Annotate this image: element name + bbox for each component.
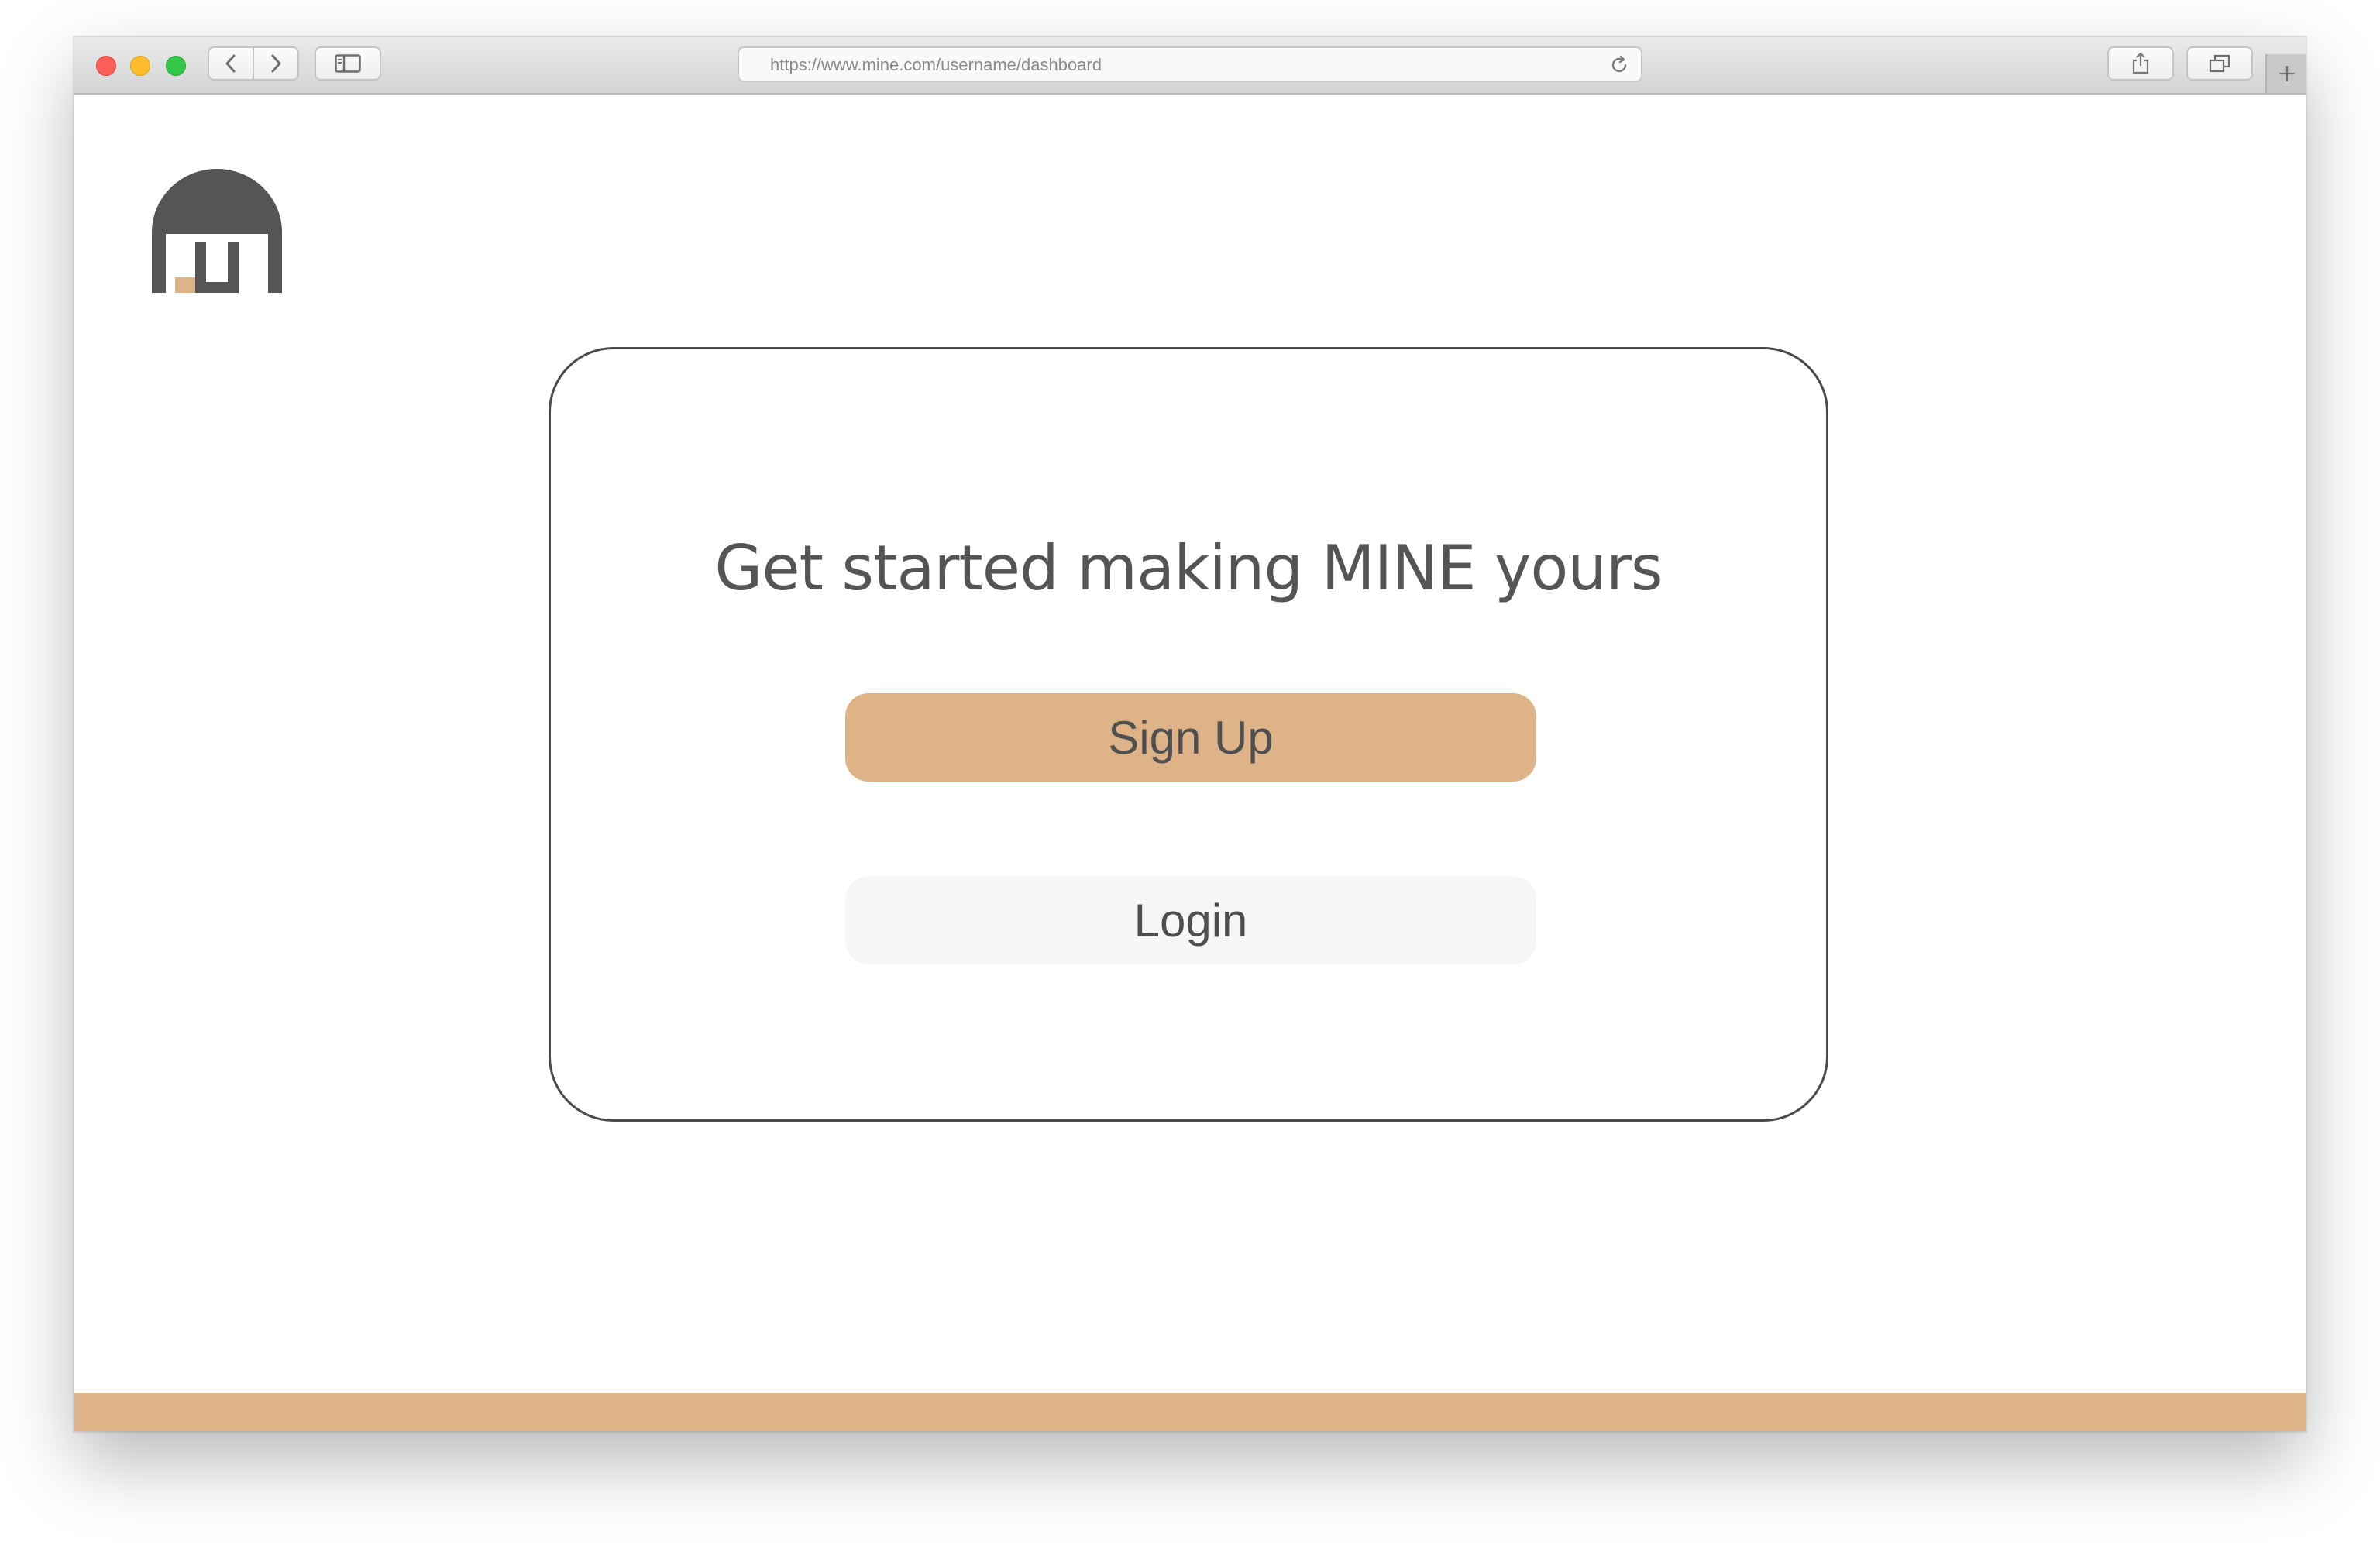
reload-icon[interactable] xyxy=(1608,54,1630,76)
browser-window: https://www.mine.com/username/dashboard xyxy=(74,37,2306,1431)
forward-button[interactable] xyxy=(253,46,299,81)
login-button[interactable]: Login xyxy=(845,876,1536,964)
new-tab-button[interactable] xyxy=(2265,54,2306,93)
footer-accent-bar xyxy=(74,1393,2306,1431)
chevron-left-icon xyxy=(225,54,236,73)
show-tabs-button[interactable] xyxy=(2186,46,2253,81)
back-button[interactable] xyxy=(208,46,254,81)
address-bar[interactable]: https://www.mine.com/username/dashboard xyxy=(738,46,1642,82)
chevron-right-icon xyxy=(271,54,281,73)
mine-logo-icon xyxy=(152,169,282,293)
page-title: Get started making MINE yours xyxy=(714,532,1663,604)
sign-up-button[interactable]: Sign Up xyxy=(845,693,1536,782)
sidebar-toggle-button[interactable] xyxy=(315,46,381,81)
url-text: https://www.mine.com/username/dashboard xyxy=(770,55,1102,74)
browser-toolbar: https://www.mine.com/username/dashboard xyxy=(74,37,2306,95)
minimize-window-button[interactable] xyxy=(130,56,150,76)
close-window-button[interactable] xyxy=(96,56,116,76)
maximize-window-button[interactable] xyxy=(166,56,186,76)
tabs-icon xyxy=(2209,54,2230,73)
sidebar-icon xyxy=(335,54,361,73)
share-icon xyxy=(2132,52,2149,74)
share-button[interactable] xyxy=(2107,46,2174,81)
plus-icon xyxy=(2279,66,2295,81)
screenshot-stage: https://www.mine.com/username/dashboard xyxy=(0,0,2380,1543)
welcome-card: Get started making MINE yours Sign Up Lo… xyxy=(549,347,1828,1122)
